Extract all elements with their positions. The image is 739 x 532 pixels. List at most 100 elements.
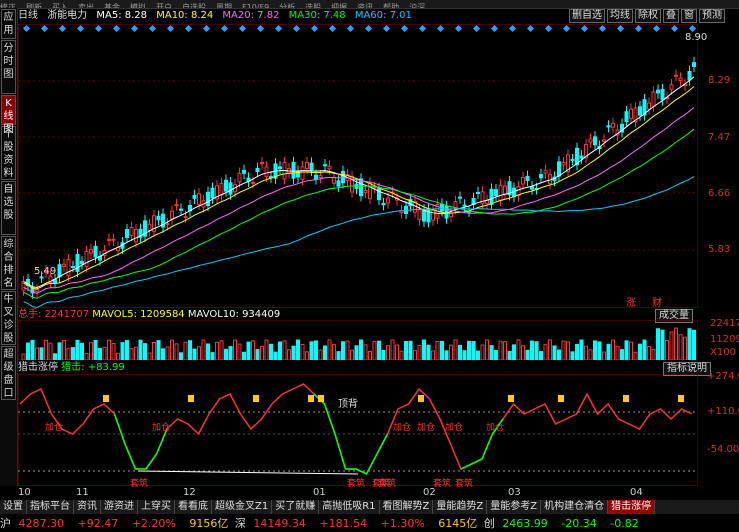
candle-body (107, 238, 111, 241)
bottom-tab[interactable]: 高抛低吸R1 (319, 500, 380, 514)
sh-pct: +2.20% (131, 517, 176, 530)
x-axis-label: 01 (313, 487, 326, 498)
toolbar-button[interactable]: 删自选 (569, 9, 605, 23)
volume-bar (30, 339, 35, 360)
volume-bar (228, 346, 233, 360)
sidebar-tab[interactable]: 应用 (1, 9, 16, 39)
bottom-tab[interactable]: 看图解势Z (380, 500, 434, 514)
volume-bar (75, 339, 80, 360)
toolbar-button[interactable]: 均线 (607, 9, 633, 23)
volume-bar (584, 345, 588, 360)
volume-bar (624, 340, 629, 360)
sidebar-tab[interactable]: 牛叉诊股 (1, 291, 16, 345)
candle-body (255, 167, 260, 173)
bottom-tab[interactable]: 超级金叉Z1 (212, 500, 273, 514)
signal-diamond (598, 24, 607, 33)
candle-body (75, 253, 80, 272)
volume-bar (566, 341, 570, 360)
kline-chart[interactable] (18, 24, 698, 308)
indicator-chart[interactable] (18, 374, 698, 486)
volume-bar (449, 344, 453, 360)
volume-bar (354, 345, 359, 360)
signal-flag-icon (308, 395, 314, 402)
volume-bar (102, 346, 107, 360)
bottom-tab[interactable]: 猎击涨停 (608, 500, 656, 514)
bottom-tab[interactable]: 上穿买 (138, 500, 175, 514)
volume-bar (98, 347, 102, 360)
indicator-value: 猎击: +83.99 (61, 362, 125, 373)
volume-bar (485, 339, 489, 360)
volume-bar (692, 329, 696, 360)
signal-diamond (418, 24, 427, 33)
signal-diamond (346, 24, 355, 33)
sidebar-tab[interactable]: 自选股 (1, 181, 16, 235)
volume-bar (476, 350, 480, 360)
ma5-line (23, 76, 695, 289)
left-sidebar: 应用 分时图 K线图 个股资料 自选股 综合排名 牛叉诊股 超级盘口 (0, 8, 18, 486)
sidebar-tab[interactable]: 个股资料 (1, 126, 16, 180)
tag-zhang[interactable]: 涨 (626, 294, 636, 309)
candle-body (84, 251, 89, 268)
ma5-label: MA5: 8.28 (96, 10, 148, 21)
volume-bar (642, 339, 647, 360)
signal-diamond (238, 24, 247, 33)
signal-flag-icon (318, 395, 324, 402)
signal-label: 加仓 (445, 423, 464, 433)
bottom-tab[interactable]: 量能趋势Z (433, 500, 488, 514)
bottom-tab[interactable]: 游资进 (101, 500, 138, 514)
candle-body (323, 164, 327, 167)
volume-bar (507, 350, 512, 360)
signal-diamond (508, 24, 517, 33)
volume-bar (503, 341, 507, 360)
tag-cai[interactable]: 财 (652, 294, 662, 309)
sidebar-tab[interactable]: K线图 (1, 95, 16, 135)
bottom-tab[interactable]: 看看底 (175, 500, 212, 514)
volume-bar (210, 352, 215, 360)
candle-body (525, 175, 530, 181)
toolbar-button[interactable]: 叠 (663, 9, 679, 23)
volume-bar (278, 341, 282, 360)
volume-bar (678, 334, 683, 360)
candle-body (422, 209, 426, 222)
x-axis-label: 02 (423, 487, 436, 498)
sidebar-tab[interactable]: 综合排名 (1, 236, 16, 290)
volume-chart[interactable] (18, 320, 698, 360)
bottom-tab[interactable]: 指标平台 (27, 500, 74, 514)
volume-bar (116, 352, 120, 360)
toolbar-button[interactable]: 预测 (699, 9, 725, 23)
signal-diamond (544, 24, 553, 33)
volume-bar (516, 339, 521, 360)
candle-body (314, 174, 318, 180)
bottom-tab[interactable]: 量能参考Z (487, 500, 542, 514)
volume-bar (107, 339, 111, 360)
bottom-tab[interactable]: 资讯 (74, 500, 101, 514)
kline-border (18, 24, 698, 308)
candle-body (21, 281, 26, 291)
candle-body (494, 189, 498, 197)
volume-bar (224, 348, 228, 360)
candle-body (264, 166, 269, 177)
volume-bar (620, 349, 624, 360)
bottom-tab[interactable]: 设置 (0, 500, 27, 514)
volume-bar (386, 345, 390, 360)
volume-bar (192, 348, 197, 360)
volume-bar (138, 339, 143, 360)
signal-diamond (148, 24, 157, 33)
signal-diamond (634, 24, 643, 33)
candle-body (71, 265, 75, 268)
signal-flag-icon (103, 395, 109, 402)
volume-bar (242, 351, 246, 360)
toolbar-button[interactable]: 窗 (681, 9, 697, 23)
sidebar-tab[interactable]: 超级盘口 (1, 346, 16, 400)
candle-body (66, 259, 71, 277)
volume-bar (372, 341, 377, 360)
low-marker: 5.49 (34, 266, 57, 277)
bottom-tab[interactable]: 买了就赚 (272, 500, 320, 514)
volume-bar (341, 341, 345, 360)
candle-body (606, 125, 611, 128)
toolbar-button[interactable]: 除权 (635, 9, 661, 23)
bottom-tab[interactable]: 机构建仓清仓 (541, 500, 609, 514)
signal-diamond (112, 24, 121, 33)
volume-bar (543, 344, 548, 360)
sidebar-tab[interactable]: 分时图 (1, 40, 16, 94)
